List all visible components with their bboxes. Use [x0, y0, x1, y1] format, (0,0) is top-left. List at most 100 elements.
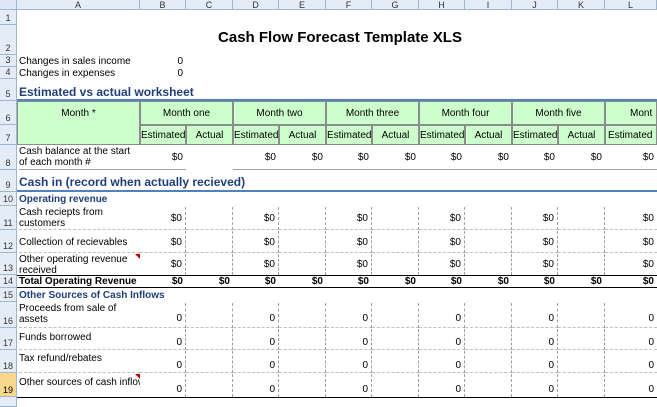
tax-e[interactable] — [279, 351, 326, 373]
cash-receipts-d[interactable]: $0 — [233, 207, 279, 230]
proceeds-l[interactable]: 0 — [605, 303, 657, 328]
other-operating-i[interactable] — [465, 254, 512, 275]
other-inflow-j[interactable]: 0 — [512, 374, 558, 397]
column-header-h[interactable]: H — [419, 0, 465, 10]
row-header-9[interactable]: 9 — [0, 170, 17, 192]
row-header-7[interactable]: 7 — [0, 125, 17, 145]
column-header-g[interactable]: G — [372, 0, 419, 10]
tax-j[interactable]: 0 — [512, 351, 558, 373]
estimated-header-d[interactable]: Estimated — [233, 125, 279, 145]
proceeds-b[interactable]: 0 — [140, 303, 186, 328]
actual-header-e[interactable]: Actual — [279, 125, 326, 145]
total-operating-b[interactable]: $0 — [140, 276, 186, 287]
total-operating-i[interactable]: $0 — [465, 276, 512, 287]
row-header-11[interactable]: 11 — [0, 206, 17, 230]
collection-e[interactable] — [279, 231, 326, 253]
column-header-f[interactable]: F — [326, 0, 372, 10]
other-inflow-k[interactable] — [558, 374, 605, 397]
row-header-10[interactable]: 10 — [0, 192, 17, 206]
cash-balance-b[interactable]: $0 — [140, 146, 186, 170]
select-all-corner[interactable] — [0, 0, 17, 10]
funds-k[interactable] — [558, 329, 605, 350]
changes-expenses-value[interactable]: 0 — [140, 68, 186, 79]
funds-j[interactable]: 0 — [512, 329, 558, 350]
row-header-18[interactable]: 18 — [0, 350, 17, 373]
row-header-13[interactable]: 13 — [0, 253, 17, 275]
tax-k[interactable] — [558, 351, 605, 373]
other-operating-f[interactable]: $0 — [326, 254, 372, 275]
cash-balance-g[interactable]: $0 — [372, 146, 419, 170]
collection-k[interactable] — [558, 231, 605, 253]
month-header-cell[interactable]: Month * — [17, 101, 140, 145]
other-operating-c[interactable] — [186, 254, 233, 275]
month-five-header[interactable]: Month five — [512, 101, 605, 125]
cash-balance-l[interactable]: $0 — [605, 146, 657, 170]
row-header-16[interactable]: 16 — [0, 302, 17, 328]
month-one-header[interactable]: Month one — [140, 101, 233, 125]
total-operating-f[interactable]: $0 — [326, 276, 372, 287]
estimated-header-j[interactable]: Estimated — [512, 125, 558, 145]
other-inflow-b[interactable]: 0 — [140, 374, 186, 397]
proceeds-k[interactable] — [558, 303, 605, 328]
tax-i[interactable] — [465, 351, 512, 373]
row-header-8[interactable]: 8 — [0, 145, 17, 170]
row-header-3[interactable]: 3 — [0, 55, 17, 67]
total-operating-d[interactable]: $0 — [233, 276, 279, 287]
other-operating-l[interactable]: $0 — [605, 254, 657, 275]
row-header-1[interactable]: 1 — [0, 10, 17, 25]
cash-balance-i[interactable]: $0 — [465, 146, 512, 170]
cash-receipts-e[interactable] — [279, 207, 326, 230]
collection-b[interactable]: $0 — [140, 231, 186, 253]
row-header-14[interactable]: 14 — [0, 275, 17, 288]
collection-c[interactable] — [186, 231, 233, 253]
collection-f[interactable]: $0 — [326, 231, 372, 253]
funds-c[interactable] — [186, 329, 233, 350]
actual-header-k[interactable]: Actual — [558, 125, 605, 145]
tax-b[interactable]: 0 — [140, 351, 186, 373]
tax-c[interactable] — [186, 351, 233, 373]
funds-f[interactable]: 0 — [326, 329, 372, 350]
cash-receipts-k[interactable] — [558, 207, 605, 230]
proceeds-g[interactable] — [372, 303, 419, 328]
cash-balance-f[interactable]: $0 — [326, 146, 372, 170]
proceeds-i[interactable] — [465, 303, 512, 328]
funds-h[interactable]: 0 — [419, 329, 465, 350]
other-operating-j[interactable]: $0 — [512, 254, 558, 275]
column-header-c[interactable]: C — [186, 0, 233, 10]
other-inflow-d[interactable]: 0 — [233, 374, 279, 397]
estimated-header-h[interactable]: Estimated — [419, 125, 465, 145]
other-inflow-g[interactable] — [372, 374, 419, 397]
collection-g[interactable] — [372, 231, 419, 253]
tax-h[interactable]: 0 — [419, 351, 465, 373]
column-header-l[interactable]: L — [605, 0, 657, 10]
other-operating-g[interactable] — [372, 254, 419, 275]
other-operating-b[interactable]: $0 — [140, 254, 186, 275]
other-inflow-l[interactable]: 0 — [605, 374, 657, 397]
funds-g[interactable] — [372, 329, 419, 350]
actual-header-c[interactable]: Actual — [186, 125, 233, 145]
other-operating-d[interactable]: $0 — [233, 254, 279, 275]
collection-h[interactable]: $0 — [419, 231, 465, 253]
funds-e[interactable] — [279, 329, 326, 350]
other-operating-k[interactable] — [558, 254, 605, 275]
total-operating-k[interactable]: $0 — [558, 276, 605, 287]
tax-g[interactable] — [372, 351, 419, 373]
collection-l[interactable]: $0 — [605, 231, 657, 253]
actual-header-i[interactable]: Actual — [465, 125, 512, 145]
cash-receipts-f[interactable]: $0 — [326, 207, 372, 230]
cash-receipts-i[interactable] — [465, 207, 512, 230]
actual-header-g[interactable]: Actual — [372, 125, 419, 145]
total-operating-j[interactable]: $0 — [512, 276, 558, 287]
cash-balance-e[interactable]: $0 — [279, 146, 326, 170]
column-header-e[interactable]: E — [279, 0, 326, 10]
month-two-header[interactable]: Month two — [233, 101, 326, 125]
row-header-4[interactable]: 4 — [0, 67, 17, 79]
row-header-12[interactable]: 12 — [0, 230, 17, 253]
row-header-6[interactable]: 6 — [0, 101, 17, 125]
other-inflow-e[interactable] — [279, 374, 326, 397]
cash-receipts-l[interactable]: $0 — [605, 207, 657, 230]
total-operating-g[interactable]: $0 — [372, 276, 419, 287]
cash-balance-j[interactable]: $0 — [512, 146, 558, 170]
other-inflow-i[interactable] — [465, 374, 512, 397]
proceeds-h[interactable]: 0 — [419, 303, 465, 328]
